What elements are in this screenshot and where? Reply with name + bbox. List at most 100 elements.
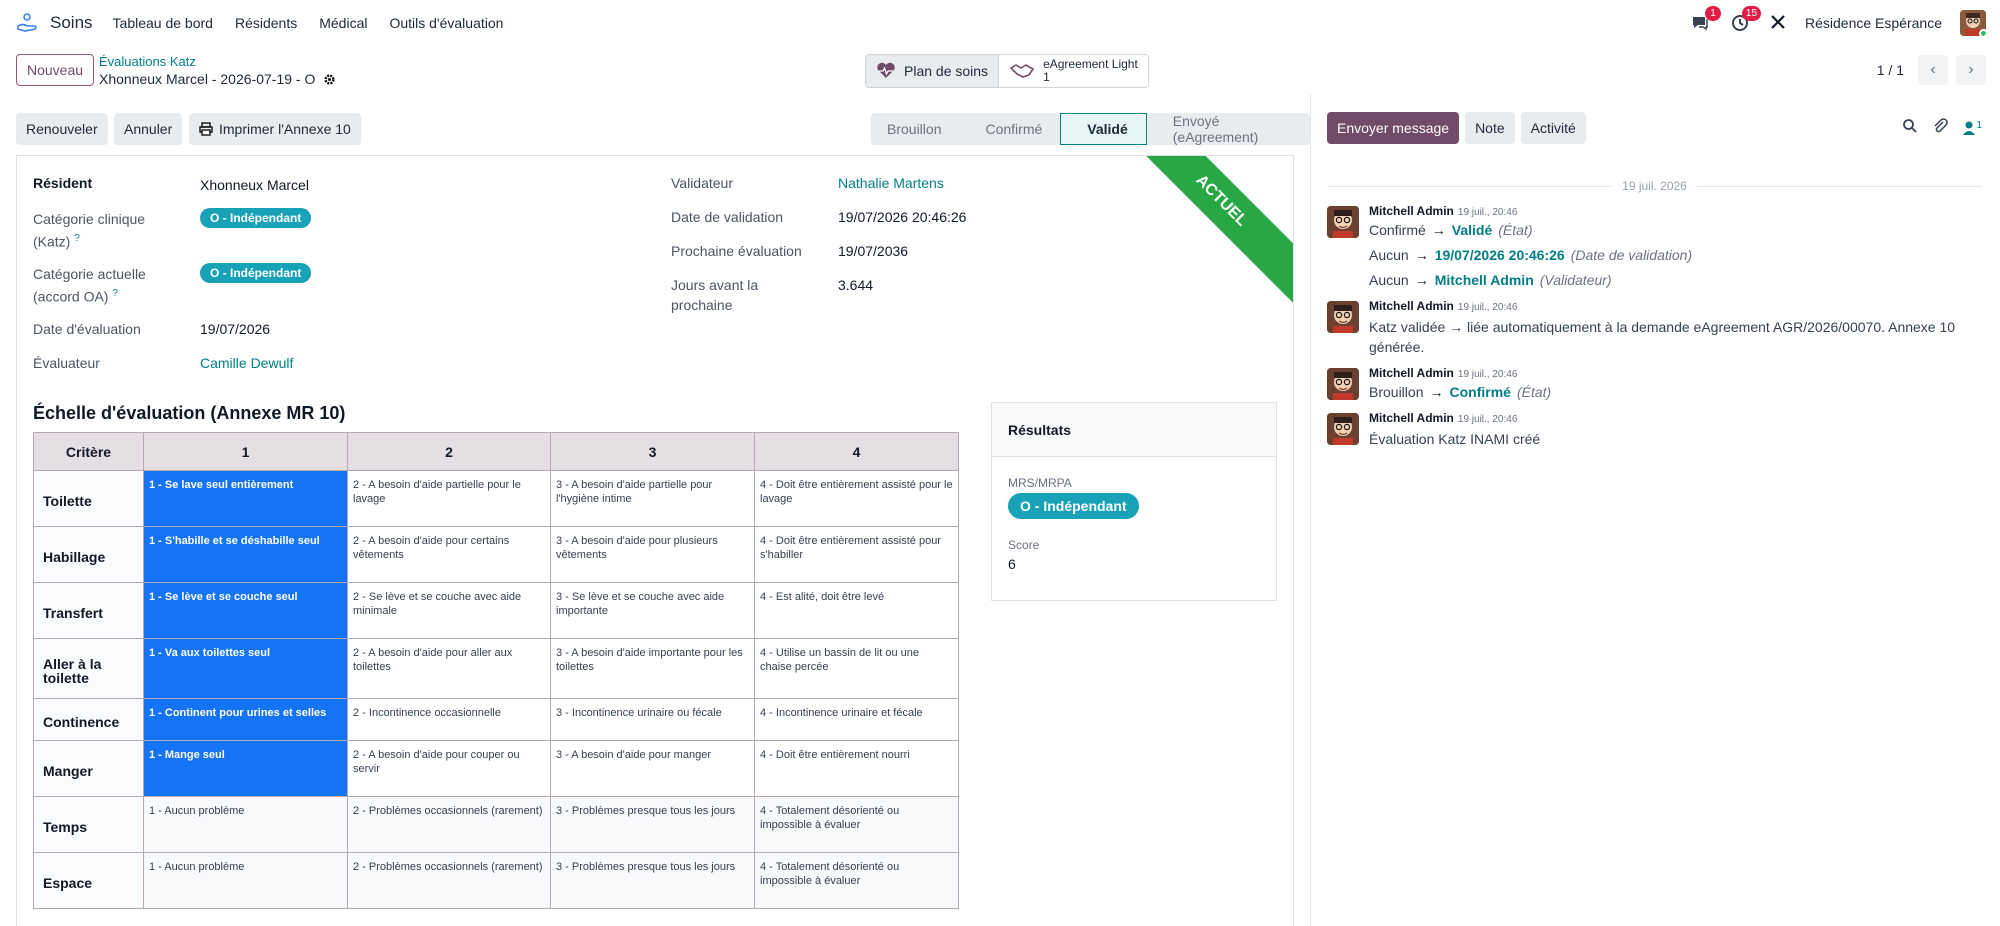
menu-medical[interactable]: Médical (319, 15, 367, 31)
resident-value[interactable]: Xhonneux Marcel (200, 175, 309, 195)
scale-option-cell[interactable]: 2 - Se lève et se couche avec aide minim… (347, 582, 551, 639)
evaluation-date-value[interactable]: 19/07/2026 (200, 319, 270, 339)
scale-option-cell[interactable]: 4 - Doit être entièrement assisté pour s… (754, 526, 959, 583)
care-app-icon[interactable] (14, 10, 40, 36)
message-author[interactable]: Mitchell Admin 19 juil., 20:46 (1369, 366, 1517, 380)
message-author[interactable]: Mitchell Admin 19 juil., 20:46 (1369, 204, 1517, 218)
scale-option-cell[interactable]: 4 - Incontinence urinaire et fécale (754, 698, 959, 741)
message-author[interactable]: Mitchell Admin 19 juil., 20:46 (1369, 411, 1517, 425)
activities-button[interactable]: 15 (1729, 6, 1762, 34)
activity-button[interactable]: Activité (1520, 112, 1586, 144)
author-avatar[interactable] (1327, 368, 1359, 400)
pager-previous-button[interactable]: ‹ (1918, 55, 1948, 85)
company-switcher[interactable]: Résidence Espérance (1805, 15, 1942, 31)
scale-option-cell[interactable]: 2 - A besoin d'aide partielle pour le la… (347, 470, 551, 527)
pager-value[interactable]: 1 / 1 (1877, 62, 1904, 78)
scale-option-cell[interactable]: 1 - Continent pour urines et selles (143, 698, 348, 741)
criterion-cell: Transfert (33, 582, 144, 639)
column-header: Critère (33, 432, 144, 471)
evaluation-scale-table: Critère 1 2 3 4 Toilette 1 - Se lave seul… (33, 432, 959, 909)
scale-option-cell[interactable]: 3 - A besoin d'aide importante pour les … (550, 638, 755, 699)
scale-option-cell[interactable]: 1 - Se lève et se couche seul (143, 582, 348, 639)
next-evaluation-value[interactable]: 19/07/2036 (838, 241, 908, 261)
scale-option-cell[interactable]: 2 - A besoin d'aide pour certains vêteme… (347, 526, 551, 583)
stage-sent[interactable]: Envoyé (eAgreement) (1146, 113, 1310, 145)
scale-option-cell[interactable]: 1 - Mange seul (143, 740, 348, 797)
scale-option-cell[interactable]: 2 - Problèmes occasionnels (rarement) (347, 852, 551, 909)
current-ribbon: ACTUEL (1114, 156, 1293, 308)
author-avatar[interactable] (1327, 413, 1359, 445)
scale-option-cell[interactable]: 2 - A besoin d'aide pour aller aux toile… (347, 638, 551, 699)
print-annex-button[interactable]: Imprimer l'Annexe 10 (189, 113, 361, 145)
new-value: Mitchell Admin (1434, 272, 1534, 288)
validator-link[interactable]: Nathalie Martens (838, 173, 944, 193)
scale-option-cell[interactable]: 3 - Problèmes presque tous les jours (550, 852, 755, 909)
paperclip-icon[interactable] (1932, 118, 1949, 137)
messages-button[interactable]: 1 (1689, 6, 1722, 34)
field-name: (État) (1498, 222, 1533, 238)
help-tooltip-icon[interactable]: ? (74, 233, 80, 244)
user-avatar[interactable] (1960, 10, 1986, 36)
search-icon[interactable] (1902, 118, 1918, 137)
message-author[interactable]: Mitchell Admin 19 juil., 20:46 (1369, 299, 1517, 313)
scale-option-cell[interactable]: 4 - Doit être entièrement assisté pour l… (754, 470, 959, 527)
scale-option-cell[interactable]: 2 - A besoin d'aide pour couper ou servi… (347, 740, 551, 797)
message-time: 19 juil., 20:46 (1457, 414, 1518, 425)
author-avatar[interactable] (1327, 301, 1359, 333)
stage-draft[interactable]: Brouillon (871, 113, 960, 145)
author-avatar[interactable] (1327, 206, 1359, 238)
renew-button[interactable]: Renouveler (16, 113, 108, 145)
scale-option-cell[interactable]: 1 - S'habille et se déshabille seul (143, 526, 348, 583)
scale-option-cell[interactable]: 3 - Problèmes presque tous les jours (550, 796, 755, 853)
arrow-right-icon: → (1414, 247, 1429, 263)
stage-validated[interactable]: Validé (1060, 113, 1147, 145)
scale-option-cell[interactable]: 2 - Problèmes occasionnels (rarement) (347, 796, 551, 853)
care-plan-button[interactable]: Plan de soins (866, 55, 1000, 87)
criterion-cell: Habillage (33, 526, 144, 583)
scale-option-cell[interactable]: 3 - A besoin d'aide pour plusieurs vêtem… (550, 526, 755, 583)
scale-option-cell[interactable]: 3 - Se lève et se couche avec aide impor… (550, 582, 755, 639)
message-time: 19 juil., 20:46 (1457, 207, 1518, 218)
scale-option-cell[interactable]: 4 - Totalement désorienté ou impossible … (754, 852, 959, 909)
gear-icon[interactable] (323, 73, 336, 86)
field-name: (État) (1516, 384, 1552, 400)
stage-confirmed[interactable]: Confirmé (959, 113, 1061, 145)
scale-option-cell[interactable]: 1 - Va aux toilettes seul (143, 638, 348, 699)
menu-dashboard[interactable]: Tableau de bord (113, 15, 213, 31)
scale-option-cell[interactable]: 4 - Doit être entièrement nourri (754, 740, 959, 797)
followers-button[interactable]: 1 (1962, 120, 1982, 136)
old-value: Aucun (1369, 272, 1409, 288)
message-body: Katz validée → liée automatiquement à la… (1369, 319, 1956, 355)
validation-date-value[interactable]: 19/07/2026 20:46:26 (838, 207, 966, 227)
handshake-icon (1009, 64, 1035, 78)
scale-option-cell[interactable]: 1 - Se lave seul entièrement (143, 470, 348, 527)
log-note-button[interactable]: Note (1465, 112, 1515, 144)
scale-option-cell[interactable]: 2 - Incontinence occasionnelle (347, 698, 551, 741)
criterion-cell: Continence (33, 698, 144, 741)
scale-option-cell[interactable]: 3 - A besoin d'aide pour manger (550, 740, 755, 797)
scale-option-cell[interactable]: 4 - Utilise un bassin de lit ou une chai… (754, 638, 959, 699)
clinical-category-badge: O - Indépendant (200, 208, 312, 228)
help-tooltip-icon[interactable]: ? (112, 288, 118, 299)
eagreement-button[interactable]: eAgreement Light 1 (999, 55, 1148, 87)
scale-option-cell[interactable]: 1 - Aucun problème (143, 852, 348, 909)
cancel-button[interactable]: Annuler (114, 113, 183, 145)
scale-option-cell[interactable]: 3 - A besoin d'aide partielle pour l'hyg… (550, 470, 755, 527)
app-brand[interactable]: Soins (50, 13, 93, 33)
table-row: Temps 1 - Aucun problème 2 - Problèmes occ… (33, 796, 959, 853)
criterion-cell: Toilette (33, 470, 144, 527)
scale-option-cell[interactable]: 4 - Totalement désorienté ou impossible … (754, 796, 959, 853)
column-header: 4 (754, 432, 959, 471)
send-message-button[interactable]: Envoyer message (1327, 112, 1460, 144)
new-button[interactable]: Nouveau (16, 54, 95, 86)
care-plan-label: Plan de soins (904, 63, 989, 79)
tools-icon[interactable] (1769, 13, 1787, 34)
evaluator-link[interactable]: Camille Dewulf (200, 353, 293, 373)
menu-residents[interactable]: Résidents (235, 15, 297, 31)
scale-option-cell[interactable]: 1 - Aucun problème (143, 796, 348, 853)
breadcrumb-parent[interactable]: Évaluations Katz (99, 54, 196, 69)
scale-option-cell[interactable]: 4 - Est alité, doit être levé (754, 582, 959, 639)
pager-next-button[interactable]: › (1956, 55, 1986, 85)
scale-option-cell[interactable]: 3 - Incontinence urinaire ou fécale (550, 698, 755, 741)
menu-evaluation-tools[interactable]: Outils d'évaluation (389, 15, 503, 31)
